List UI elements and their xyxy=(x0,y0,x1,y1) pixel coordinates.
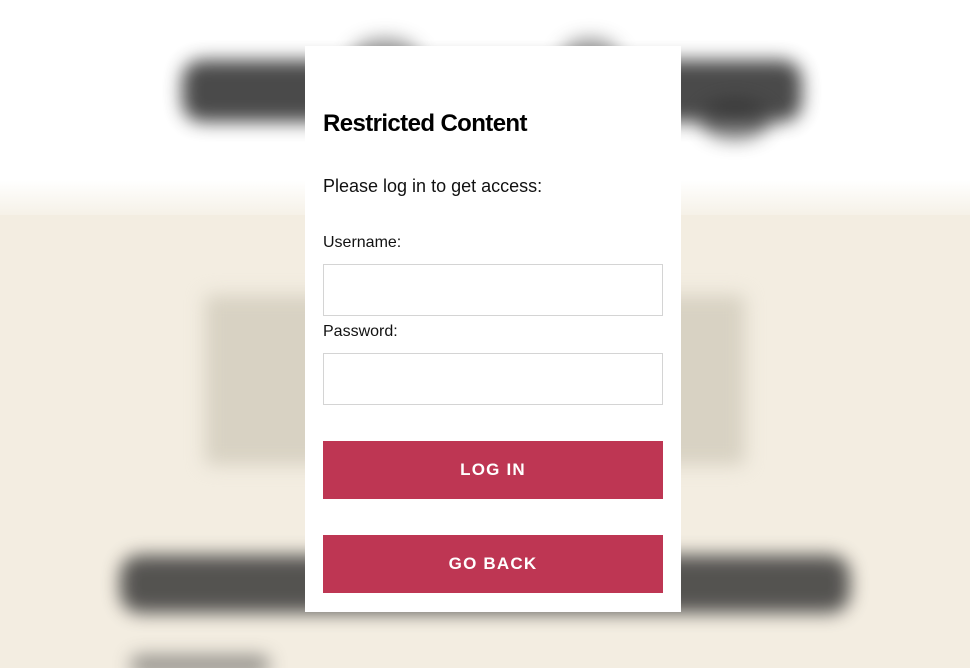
login-modal: Restricted Content Please log in to get … xyxy=(305,46,681,612)
blurred-title-detail xyxy=(700,100,770,140)
password-input[interactable] xyxy=(323,353,663,405)
password-label: Password: xyxy=(323,323,398,340)
username-input[interactable] xyxy=(323,264,663,316)
blurred-body-text xyxy=(130,655,270,668)
go-back-button[interactable]: GO BACK xyxy=(323,535,663,593)
login-button[interactable]: LOG IN xyxy=(323,441,663,499)
login-prompt: Please log in to get access: xyxy=(323,176,543,196)
modal-title: Restricted Content xyxy=(323,110,527,137)
username-label: Username: xyxy=(323,234,402,251)
